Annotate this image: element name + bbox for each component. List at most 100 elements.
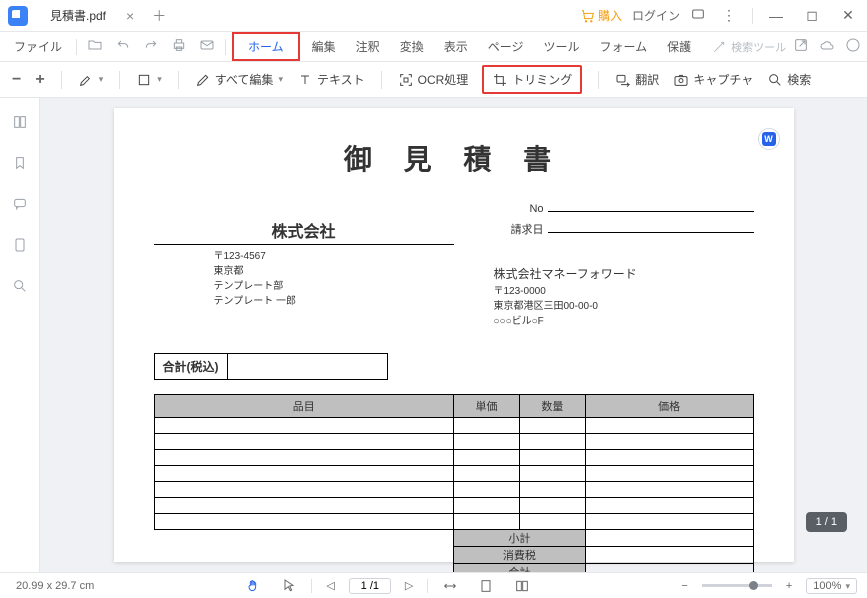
page-number-input[interactable] [349,578,391,594]
select-tool-icon[interactable] [275,578,303,594]
layout-icon[interactable] [508,578,536,594]
ocr-button[interactable]: OCR処理 [398,71,469,88]
redo-icon[interactable] [139,37,163,56]
subtotal-row: 小計 [154,530,753,547]
no-field [548,198,754,212]
sender-person: テンプレート 一郎 [214,294,454,309]
document-canvas[interactable]: W 御 見 積 書 株式会社 〒123-4567 東京都 テンプレート部 テンプ… [40,98,867,572]
open-icon[interactable] [83,37,107,56]
fit-page-icon[interactable] [472,578,500,594]
trim-button[interactable]: トリミング [482,65,582,94]
file-tab[interactable]: 見積書.pdf × [36,2,144,30]
menu-annotate[interactable]: 注釈 [348,36,388,57]
word-badge[interactable]: W [758,128,780,150]
tab-filename: 見積書.pdf [50,7,106,24]
table-row [154,450,753,466]
maximize-button[interactable]: ◻ [799,7,825,24]
prev-page-button[interactable]: ◁ [320,579,340,592]
statusbar: 20.99 x 29.7 cm ◁ ▷ − + 100% ▾ [0,572,867,598]
text-button[interactable]: テキスト [297,71,365,88]
bookmark-icon[interactable] [12,155,28,174]
undo-icon[interactable] [111,37,135,56]
menu-form[interactable]: フォーム [592,36,656,57]
page-dimensions: 20.99 x 29.7 cm [10,580,100,592]
page-indicator: 1 / 1 [806,512,847,532]
zoom-out-status[interactable]: − [675,580,693,592]
thumbnails-icon[interactable] [12,114,28,133]
text-icon [297,72,313,88]
next-page-button[interactable]: ▷ [399,579,419,592]
close-window-button[interactable]: ✕ [835,7,861,24]
supplier-postal: 〒123-0000 [494,282,754,297]
zoom-level-select[interactable]: 100% ▾ [806,578,857,594]
capture-button[interactable]: キャプチャ [673,71,753,88]
zoom-in-status[interactable]: + [780,580,798,592]
menu-file[interactable]: ファイル [6,36,70,57]
zoom-out-button[interactable]: − [12,71,21,89]
th-unit: 単価 [454,395,520,418]
reqdate-label: 請求日 [494,221,544,237]
th-price: 価格 [585,395,753,418]
search-panel-icon[interactable] [12,278,28,297]
ocr-icon [398,72,414,88]
table-row [154,482,753,498]
menubar: ファイル ホーム 編集 注釈 変換 表示 ページ ツール フォーム 保護 検索ツ… [0,32,867,62]
main-area: W 御 見 積 書 株式会社 〒123-4567 東京都 テンプレート部 テンプ… [0,98,867,572]
app-logo [0,6,36,26]
table-row [154,514,753,530]
supplier-bldg: ○○○ビル○F [494,312,754,327]
minimize-button[interactable]: — [763,8,789,24]
zoom-slider[interactable] [702,584,772,587]
notification-icon[interactable] [690,6,706,25]
cart-icon [580,8,596,24]
zoom-in-button[interactable]: + [35,71,44,89]
hand-tool-icon[interactable] [239,578,267,594]
table-row [154,498,753,514]
sender-postal: 〒123-4567 [214,249,454,264]
th-name: 品目 [154,395,454,418]
sender-addr: 東京都 [214,264,454,279]
menu-dots-icon[interactable]: ⋮ [716,7,742,24]
attachment-icon[interactable] [12,237,28,256]
titlebar: 見積書.pdf × ＋ 購入 ログイン ⋮ — ◻ ✕ [0,0,867,32]
menu-home[interactable]: ホーム [232,32,300,61]
menu-view[interactable]: 表示 [436,36,476,57]
crop-icon [492,72,508,88]
sidebar [0,98,40,572]
search-icon [767,72,783,88]
menu-convert[interactable]: 変換 [392,36,432,57]
help-icon[interactable] [845,37,861,56]
translate-icon [615,72,631,88]
search-tool[interactable]: 検索ツール [711,39,786,55]
total-value [228,353,388,380]
menu-page[interactable]: ページ [480,36,532,57]
total-row: 合計 [154,564,753,573]
menu-tool[interactable]: ツール [535,36,587,57]
th-qty: 数量 [519,395,585,418]
share-icon[interactable] [793,37,809,56]
close-tab-icon[interactable]: × [126,8,134,24]
total-label: 合計(税込) [154,353,228,380]
cloud-icon[interactable] [819,37,835,56]
print-icon[interactable] [167,37,191,56]
buy-link[interactable]: 購入 [580,7,622,24]
highlighter-tool[interactable]: ▾ [78,72,104,88]
pen-icon [195,72,211,88]
fit-width-icon[interactable] [436,578,464,594]
new-tab-button[interactable]: ＋ [152,6,166,26]
menu-edit[interactable]: 編集 [304,36,344,57]
page-content: W 御 見 積 書 株式会社 〒123-4567 東京都 テンプレート部 テンプ… [114,108,794,562]
login-link[interactable]: ログイン [632,7,680,24]
translate-button[interactable]: 翻訳 [615,71,659,88]
supplier-addr: 東京都港区三田00-00-0 [494,297,754,312]
comment-icon[interactable] [12,196,28,215]
company-main: 株式会社 [154,218,454,245]
search-button[interactable]: 検索 [767,71,811,88]
table-row [154,418,753,434]
edit-all-button[interactable]: すべて編集▾ [195,71,283,88]
sender-dept: テンプレート部 [214,279,454,294]
email-icon[interactable] [195,37,219,56]
menu-protect[interactable]: 保護 [659,36,699,57]
shape-tool[interactable]: ▾ [136,72,162,88]
total-box: 合計(税込) [154,353,754,380]
